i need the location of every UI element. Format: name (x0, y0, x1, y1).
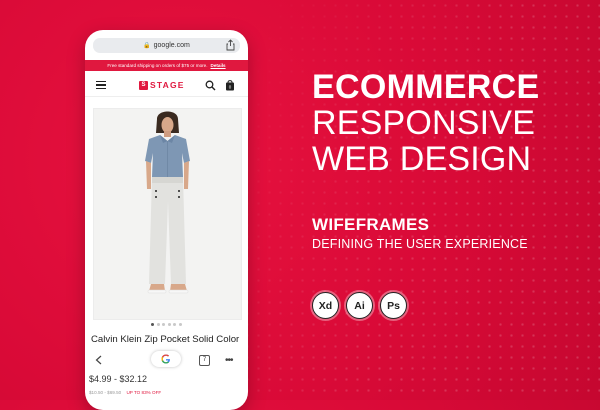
headline-line-2: RESPONSIVE (312, 104, 536, 142)
store-navbar: S STAGE 0 (85, 74, 248, 97)
address-bar[interactable]: 🔒 google.com (93, 38, 240, 53)
carousel-dot[interactable] (178, 323, 182, 326)
menu-icon[interactable] (96, 81, 106, 90)
carousel-dot[interactable] (173, 323, 177, 326)
discount-badge: UP TO 83% OFF (126, 390, 162, 395)
headline-line-1: ECOMMERCE (312, 68, 540, 106)
url-text: google.com (153, 42, 190, 49)
google-icon (161, 354, 170, 364)
adobe-illustrator-icon: Ai (346, 292, 373, 319)
price-details: $10.50 - $69.50 UP TO 83% OFF (89, 390, 161, 395)
store-logo[interactable]: S STAGE (139, 80, 185, 90)
shopping-bag-icon[interactable]: 0 (225, 79, 235, 91)
promo-text: Free standard shipping on orders of $75 … (107, 63, 208, 68)
section-tagline: DEFINING THE USER EXPERIENCE (312, 237, 528, 251)
product-image[interactable] (93, 108, 242, 320)
carousel-dot[interactable] (167, 323, 171, 326)
promo-banner: Free standard shipping on orders of $75 … (85, 60, 248, 71)
google-search-button[interactable] (151, 351, 181, 367)
back-arrow-icon[interactable] (95, 355, 102, 365)
image-carousel-indicator[interactable] (85, 323, 248, 329)
product-price: $4.99 - $32.12 (89, 374, 148, 384)
search-icon[interactable] (205, 80, 216, 91)
phone-mockup: 🔒 google.com Free standard shipping on o… (85, 30, 248, 410)
share-icon[interactable] (226, 39, 235, 51)
section-subtitle: WIFEFRAMES (312, 215, 430, 234)
headline-line-3: WEB DESIGN (312, 140, 532, 178)
logo-mark: S (139, 80, 148, 90)
hero-headline: ECOMMERCE RESPONSIVE WEB DESIGN (312, 70, 540, 176)
tool-icons: Xd Ai Ps (312, 292, 407, 319)
tabs-count-icon[interactable]: 7 (199, 355, 210, 366)
browser-toolbar: 7 ••• (85, 350, 248, 370)
carousel-dot[interactable] (156, 323, 160, 326)
carousel-dot[interactable] (162, 323, 166, 326)
original-price: $10.50 - $69.50 (89, 390, 122, 395)
promo-details-link[interactable]: Details (211, 63, 226, 68)
product-title: Calvin Klein Zip Pocket Solid Color (91, 334, 240, 345)
more-options-icon[interactable]: ••• (225, 355, 233, 366)
carousel-dot[interactable] (151, 323, 155, 326)
adobe-xd-icon: Xd (312, 292, 339, 319)
adobe-photoshop-icon: Ps (380, 292, 407, 319)
logo-text: STAGE (150, 80, 185, 90)
lock-icon: 🔒 (143, 43, 151, 49)
